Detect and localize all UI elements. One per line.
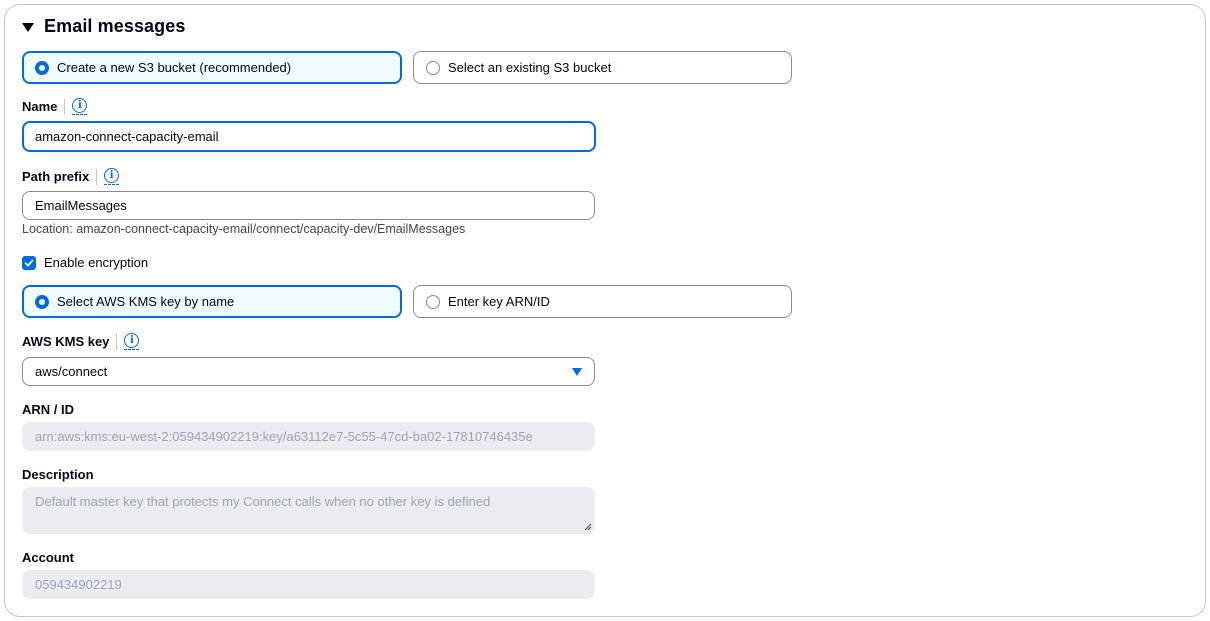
caret-down-icon	[572, 368, 582, 376]
arn-input-value: arn:aws:kms:eu-west-2:059434902219:key/a…	[35, 429, 533, 444]
radio-selected-icon	[35, 60, 49, 75]
radio-unselected-icon	[426, 60, 440, 75]
name-input-value: amazon-connect-capacity-email	[35, 129, 219, 144]
checkbox-checked-icon[interactable]	[22, 255, 36, 270]
path-prefix-label-row: Path prefix i	[22, 168, 120, 185]
tile-select-existing-bucket[interactable]: Select an existing S3 bucket	[413, 51, 792, 84]
kms-key-info-link[interactable]: i	[124, 333, 140, 350]
kms-key-label-row: AWS KMS key i	[22, 333, 140, 350]
radio-unselected-icon	[426, 294, 440, 309]
name-label: Name	[22, 99, 58, 114]
email-messages-section-toggle[interactable]: Email messages	[22, 16, 186, 37]
checkmark-icon	[24, 259, 34, 266]
account-label: Account	[22, 550, 74, 565]
info-icon: i	[104, 168, 120, 183]
name-info-link[interactable]: i	[72, 98, 88, 115]
tile-create-new-bucket[interactable]: Create a new S3 bucket (recommended)	[22, 51, 402, 84]
name-label-row: Name i	[22, 98, 88, 115]
account-input-value: 059434902219	[35, 577, 122, 592]
tile-label: Enter key ARN/ID	[448, 294, 550, 309]
enable-encryption-label: Enable encryption	[44, 255, 149, 270]
info-icon: i	[72, 98, 88, 113]
arn-label-row: ARN / ID	[22, 402, 74, 417]
description-textarea-value: Default master key that protects my Conn…	[35, 494, 491, 509]
arn-input: arn:aws:kms:eu-west-2:059434902219:key/a…	[22, 422, 595, 451]
resize-grip-icon[interactable]	[584, 523, 592, 531]
arn-label: ARN / ID	[22, 402, 74, 417]
label-divider	[96, 168, 98, 185]
description-textarea: Default master key that protects my Conn…	[22, 487, 595, 534]
tile-label: Create a new S3 bucket (recommended)	[57, 60, 292, 75]
info-icon: i	[124, 333, 140, 348]
path-prefix-info-link[interactable]: i	[104, 168, 120, 185]
description-label-row: Description	[22, 467, 94, 482]
caret-down-icon	[22, 23, 34, 32]
description-label: Description	[22, 467, 94, 482]
enable-encryption-row[interactable]: Enable encryption	[22, 255, 148, 270]
label-divider	[116, 333, 118, 350]
label-divider	[64, 98, 66, 115]
account-label-row: Account	[22, 550, 74, 565]
account-input: 059434902219	[22, 570, 595, 599]
tile-select-kms-by-name[interactable]: Select AWS KMS key by name	[22, 285, 402, 318]
tile-enter-key-arn[interactable]: Enter key ARN/ID	[413, 285, 792, 318]
tile-label: Select AWS KMS key by name	[57, 294, 235, 309]
path-prefix-input[interactable]: EmailMessages	[22, 191, 595, 220]
kms-key-select-value: aws/connect	[35, 364, 108, 379]
path-prefix-label: Path prefix	[22, 169, 90, 184]
path-prefix-input-value: EmailMessages	[35, 198, 127, 213]
radio-selected-icon	[35, 294, 49, 309]
kms-key-select[interactable]: aws/connect	[22, 357, 595, 386]
section-title: Email messages	[44, 16, 186, 36]
location-hint: Location: amazon-connect-capacity-email/…	[22, 222, 466, 236]
tile-label: Select an existing S3 bucket	[448, 60, 612, 75]
name-input[interactable]: amazon-connect-capacity-email	[22, 121, 596, 152]
kms-key-label: AWS KMS key	[22, 334, 110, 349]
